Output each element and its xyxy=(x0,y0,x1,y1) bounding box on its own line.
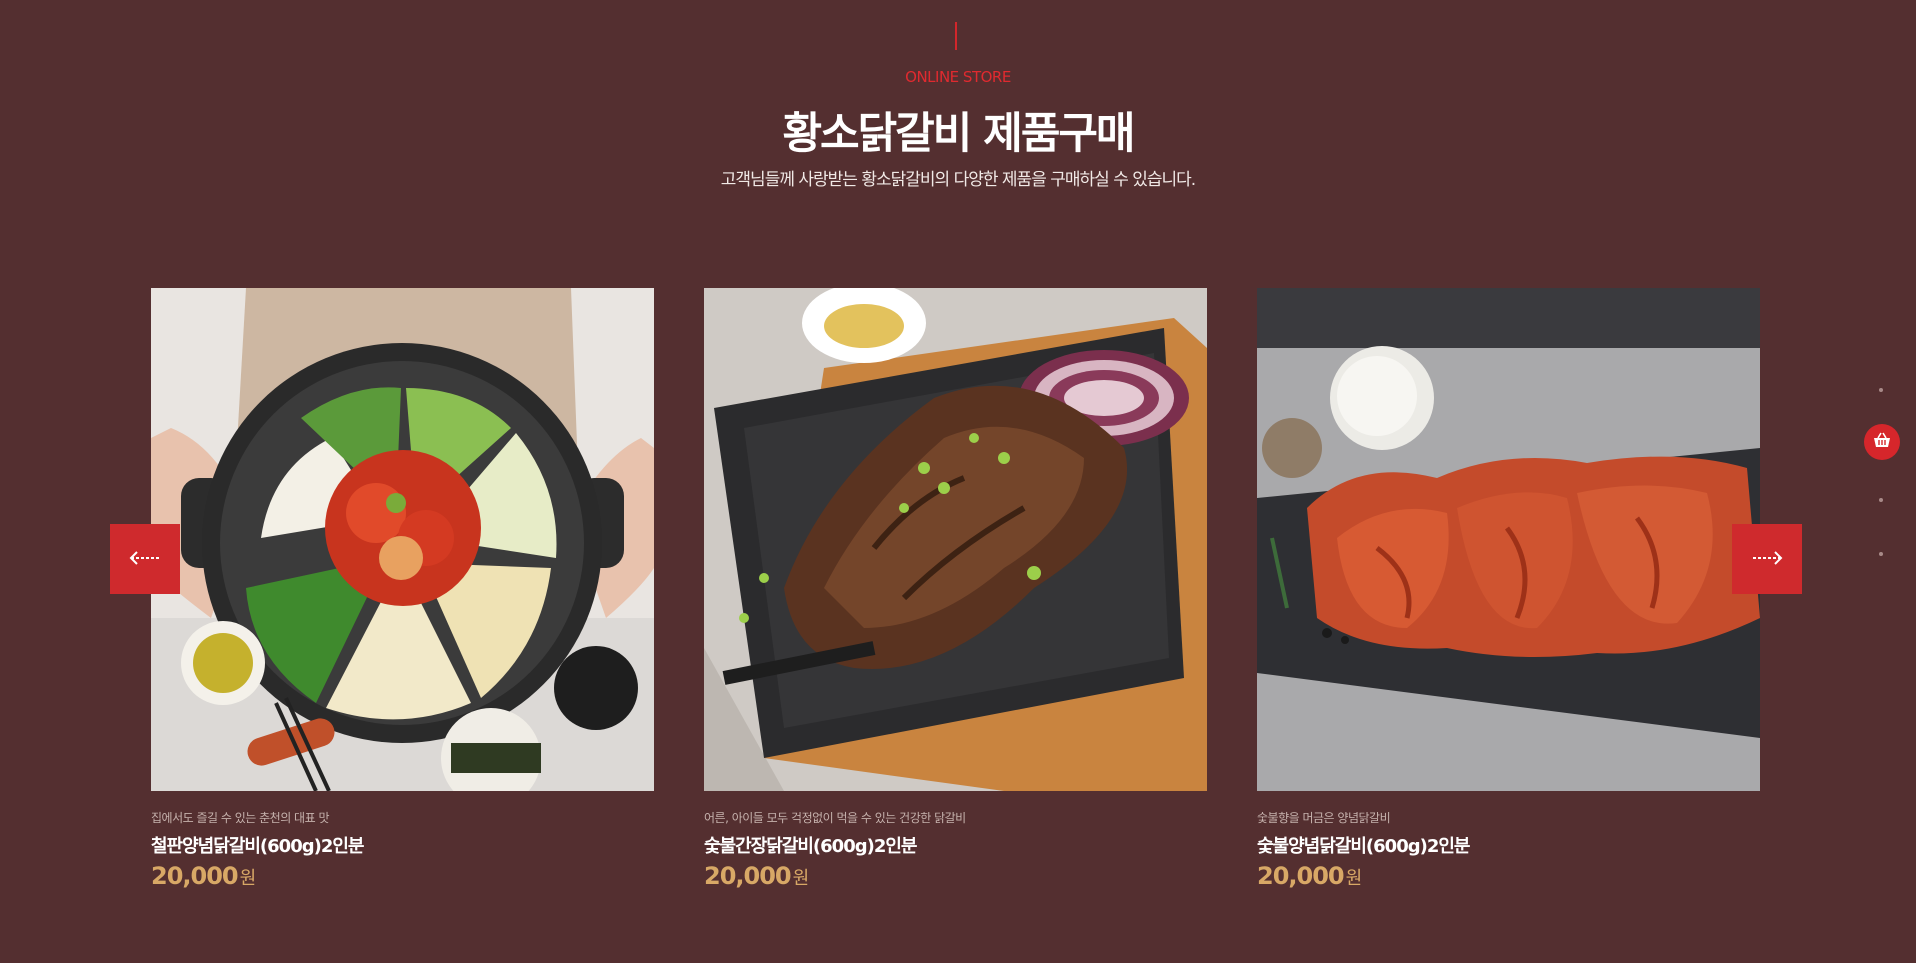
product-card[interactable]: 숯불향을 머금은 양념닭갈비 숯불양념닭갈비(600g)2인분 20,000 원 xyxy=(1257,288,1760,890)
product-image-iron-pan-dakgalbi[interactable] xyxy=(151,288,654,791)
section-eyebrow: ONLINE STORE xyxy=(905,68,1011,86)
product-tagline: 숯불향을 머금은 양념닭갈비 xyxy=(1257,811,1391,825)
carousel-next-button[interactable] xyxy=(1732,524,1802,594)
product-name[interactable]: 철판양념닭갈비(600g)2인분 xyxy=(151,832,654,858)
price-unit: 원 xyxy=(239,868,257,889)
product-price: 20,000 xyxy=(1257,862,1345,890)
product-tagline: 집에서도 즐길 수 있는 춘천의 대표 맛 xyxy=(151,811,330,825)
arrow-left-icon xyxy=(129,550,161,569)
product-name[interactable]: 숯불양념닭갈비(600g)2인분 xyxy=(1257,832,1760,858)
top-divider-line xyxy=(955,22,957,50)
product-image-soy-dakgalbi[interactable] xyxy=(704,288,1207,791)
product-card[interactable]: 집에서도 즐길 수 있는 춘천의 대표 맛 철판양념닭갈비(600g)2인분 2… xyxy=(151,288,654,890)
product-carousel: 집에서도 즐길 수 있는 춘천의 대표 맛 철판양념닭갈비(600g)2인분 2… xyxy=(151,288,1761,908)
side-nav-dot[interactable] xyxy=(1879,498,1883,502)
side-nav-dot[interactable] xyxy=(1879,552,1883,556)
basket-icon xyxy=(1873,432,1891,452)
side-quick-nav xyxy=(1862,380,1902,580)
product-tagline: 어른, 아이들 모두 걱정없이 먹을 수 있는 건강한 닭갈비 xyxy=(704,811,966,825)
side-nav-dot[interactable] xyxy=(1879,388,1883,392)
carousel-prev-button[interactable] xyxy=(110,524,180,594)
product-price-row: 20,000 원 xyxy=(151,862,654,890)
price-unit: 원 xyxy=(1345,868,1363,889)
arrow-right-icon xyxy=(1751,550,1783,569)
shop-cart-button[interactable] xyxy=(1864,424,1900,460)
product-name[interactable]: 숯불간장닭갈비(600g)2인분 xyxy=(704,832,1207,858)
product-price: 20,000 xyxy=(151,862,239,890)
section-subtitle: 고객님들께 사랑받는 황소닭갈비의 다양한 제품을 구매하실 수 있습니다. xyxy=(720,170,1196,190)
product-card[interactable]: 어른, 아이들 모두 걱정없이 먹을 수 있는 건강한 닭갈비 숯불간장닭갈비(… xyxy=(704,288,1207,890)
price-unit: 원 xyxy=(792,868,810,889)
product-price-row: 20,000 원 xyxy=(1257,862,1760,890)
product-price-row: 20,000 원 xyxy=(704,862,1207,890)
product-image-charcoal-dakgalbi[interactable] xyxy=(1257,288,1760,791)
section-title: 황소닭갈비 제품구매 xyxy=(782,109,1135,159)
product-price: 20,000 xyxy=(704,862,792,890)
